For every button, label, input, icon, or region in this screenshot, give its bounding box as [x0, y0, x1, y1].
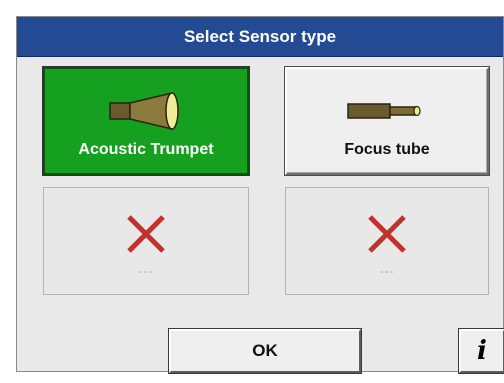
option-empty-slot: ---: [285, 187, 489, 295]
acoustic-trumpet-icon: [106, 91, 186, 131]
option-label: ---: [138, 264, 154, 278]
unavailable-x-icon: [123, 210, 169, 258]
unavailable-x-icon: [364, 210, 410, 258]
info-icon: i: [477, 336, 487, 366]
option-focus-tube[interactable]: Focus tube: [285, 67, 489, 175]
ok-button[interactable]: OK: [169, 329, 361, 373]
sensor-type-dialog: Select Sensor type Acoustic Trumpet Focu…: [16, 16, 504, 373]
option-label: ---: [379, 264, 395, 278]
option-label: Acoustic Trumpet: [78, 141, 214, 158]
focus-tube-icon: [342, 91, 432, 131]
option-acoustic-trumpet[interactable]: Acoustic Trumpet: [43, 67, 249, 175]
info-button[interactable]: i: [459, 329, 504, 373]
dialog-title: Select Sensor type: [17, 17, 503, 57]
option-empty-slot: ---: [43, 187, 249, 295]
option-label: Focus tube: [344, 141, 430, 158]
